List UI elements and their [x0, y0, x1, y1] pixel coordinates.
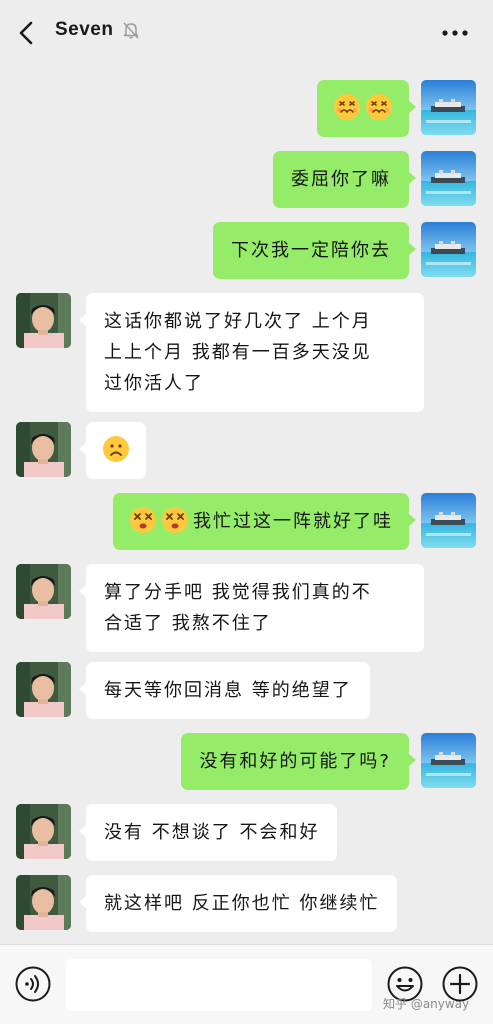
my-avatar[interactable]: [421, 222, 476, 277]
chevron-left-icon[interactable]: [14, 18, 40, 48]
message-bubble[interactable]: 这话你都说了好几次了 上个月 上上个月 我都有一百多天没见 过你活人了: [79, 293, 424, 412]
message-text: 没有和好的可能了吗?: [199, 751, 391, 772]
message-bubble[interactable]: 下次我一定陪你去: [213, 222, 416, 279]
message-text: 委屈你了嘛: [291, 169, 391, 190]
message-text: 算了分手吧 我觉得我们真的不 合适了 我熬不住了: [104, 582, 372, 634]
voice-icon[interactable]: [14, 965, 52, 1003]
message-text: 就这样吧 反正你也忙 你继续忙: [104, 893, 380, 914]
chat-title: Seven: [55, 19, 114, 40]
watermark: 知乎 @anyway: [383, 997, 470, 1011]
message-text: 下次我一定陪你去: [231, 240, 391, 261]
message-list[interactable]: 委屈你了嘛 下次我一定陪你去 这话你都说了好几次了 上个月 上上个月 我都有一百…: [0, 66, 493, 944]
scream-face-icon: [365, 93, 393, 121]
message-bubble[interactable]: [317, 80, 416, 137]
message-bubble[interactable]: 就这样吧 反正你也忙 你继续忙: [78, 875, 398, 932]
contact-avatar[interactable]: [16, 564, 71, 619]
message-text: 每天等你回消息 等的绝望了: [104, 680, 352, 701]
bell-off-icon: [123, 22, 139, 39]
sad-face-icon: [102, 435, 130, 463]
my-avatar[interactable]: [421, 80, 476, 135]
scream-face-icon: [333, 93, 361, 121]
message-bubble[interactable]: 委屈你了嘛: [273, 151, 416, 208]
my-avatar[interactable]: [421, 493, 476, 548]
input-bar: [0, 944, 493, 1024]
message-input[interactable]: [66, 959, 372, 1011]
message-bubble[interactable]: 每天等你回消息 等的绝望了: [79, 662, 370, 719]
dizzy-face-icon: [161, 506, 189, 534]
message-bubble[interactable]: 我忙过这一阵就好了哇: [113, 493, 416, 550]
contact-avatar[interactable]: [16, 875, 71, 930]
my-avatar[interactable]: [421, 151, 476, 206]
message-bubble[interactable]: 算了分手吧 我觉得我们真的不 合适了 我熬不住了: [79, 564, 424, 652]
message-bubble[interactable]: [79, 422, 146, 479]
contact-avatar[interactable]: [16, 422, 71, 477]
more-dots-icon[interactable]: [440, 22, 470, 44]
contact-avatar[interactable]: [16, 662, 71, 717]
message-text: 这话你都说了好几次了 上个月 上上个月 我都有一百多天没见 过你活人了: [104, 311, 372, 394]
my-avatar[interactable]: [421, 733, 476, 788]
chat-header: Seven: [0, 0, 493, 66]
message-bubble[interactable]: 没有 不想谈了 不会和好: [78, 804, 338, 861]
message-text: 我忙过这一阵就好了哇: [193, 511, 393, 532]
contact-avatar[interactable]: [16, 804, 71, 859]
dizzy-face-icon: [129, 506, 157, 534]
title-wrap: Seven: [55, 19, 141, 41]
contact-avatar[interactable]: [16, 293, 71, 348]
message-bubble[interactable]: 没有和好的可能了吗?: [181, 733, 416, 790]
message-text: 没有 不想谈了 不会和好: [104, 822, 320, 843]
